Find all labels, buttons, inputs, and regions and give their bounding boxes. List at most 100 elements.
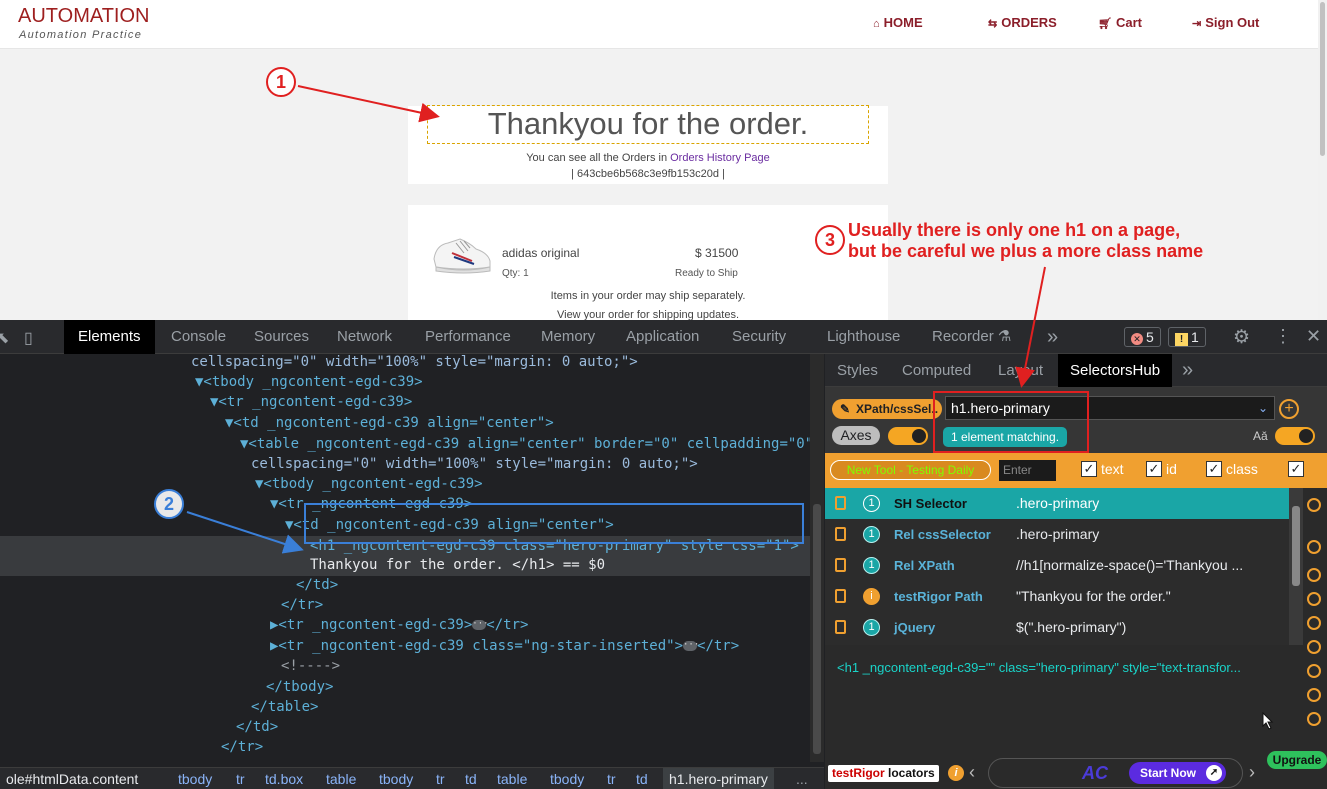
- breadcrumb-item-current[interactable]: h1.hero-primary: [663, 768, 774, 789]
- breadcrumb-item[interactable]: tbody: [178, 768, 212, 789]
- dom-tree[interactable]: cellspacing="0" width="100%" style="marg…: [0, 354, 824, 762]
- dom-line[interactable]: </td>: [296, 575, 338, 595]
- axes-button[interactable]: Axes: [832, 426, 880, 445]
- chevron-down-icon[interactable]: ⌄: [1258, 397, 1268, 419]
- tab-sources[interactable]: Sources: [254, 320, 309, 354]
- close-devtools-icon[interactable]: ✕: [1306, 326, 1321, 347]
- dom-line[interactable]: ▶<tr _ngcontent-egd-c39>···</tr>: [270, 615, 528, 635]
- tool-icon[interactable]: [1307, 568, 1321, 582]
- copy-icon[interactable]: [835, 527, 846, 541]
- more-side-tabs-icon[interactable]: »: [1182, 354, 1193, 387]
- page-scrollbar[interactable]: [1318, 0, 1327, 320]
- breadcrumb-item[interactable]: tr: [607, 768, 616, 789]
- result-row-sh-selector[interactable]: 1 SH Selector .hero-primary: [825, 488, 1289, 519]
- result-row-testrigor[interactable]: i testRigor Path "Thankyou for the order…: [825, 581, 1289, 612]
- kebab-menu-icon[interactable]: ⋮: [1274, 326, 1292, 347]
- dom-line[interactable]: </table>: [251, 697, 318, 717]
- copy-icon[interactable]: [835, 558, 846, 572]
- tab-memory[interactable]: Memory: [541, 320, 595, 354]
- dom-line[interactable]: ▼<tbody _ngcontent-egd-c39>: [195, 372, 423, 392]
- dom-line[interactable]: ▼<tbody _ngcontent-egd-c39>: [255, 474, 483, 494]
- settings-gear-icon[interactable]: ⚙: [1233, 326, 1250, 349]
- result-value[interactable]: $(".hero-primary"): [1016, 619, 1126, 635]
- result-value[interactable]: //h1[normalize-space()='Thankyou ...: [1016, 557, 1243, 573]
- dom-line[interactable]: ▼<td _ngcontent-egd-c39 align="center">: [225, 413, 554, 433]
- dom-line[interactable]: cellspacing="0" width="100%" style="marg…: [191, 354, 638, 372]
- result-row-jquery[interactable]: 1 jQuery $(".hero-primary"): [825, 612, 1289, 643]
- tool-icon[interactable]: [1307, 712, 1321, 726]
- page-scrollbar-thumb[interactable]: [1320, 2, 1325, 156]
- breadcrumb-item[interactable]: tr: [436, 768, 445, 789]
- orders-history-link[interactable]: Orders History Page: [670, 152, 770, 164]
- tab-selectorshub[interactable]: SelectorsHub: [1058, 354, 1173, 387]
- breadcrumb-more[interactable]: ...: [796, 768, 808, 789]
- breadcrumb-item[interactable]: td: [636, 768, 648, 789]
- dom-line[interactable]: cellspacing="0" width="100%" style="marg…: [251, 454, 698, 474]
- text-checkbox[interactable]: ✓: [1081, 461, 1097, 477]
- result-row-rel-css[interactable]: 1 Rel cssSelector .hero-primary: [825, 519, 1289, 550]
- upgrade-button[interactable]: Upgrade: [1267, 751, 1327, 769]
- new-tool-button[interactable]: New Tool - Testing Daily: [830, 460, 991, 480]
- case-sensitive-icon[interactable]: Aǎ: [1253, 429, 1268, 443]
- tool-icon[interactable]: [1307, 688, 1321, 702]
- device-toggle-icon[interactable]: ▯: [24, 328, 33, 348]
- tab-application[interactable]: Application: [626, 320, 699, 354]
- breadcrumb-item[interactable]: ole#htmlData.content: [6, 768, 138, 789]
- xpath-css-mode-button[interactable]: ✎ XPath/cssSel..: [832, 399, 942, 419]
- copy-icon[interactable]: [835, 620, 846, 634]
- breadcrumb-item[interactable]: td: [465, 768, 477, 789]
- dom-scrollbar-thumb[interactable]: [813, 504, 821, 754]
- start-now-button[interactable]: Start Now ➚: [1129, 762, 1226, 784]
- breadcrumb-item[interactable]: table: [497, 768, 527, 789]
- tool-icon[interactable]: [1307, 640, 1321, 654]
- tool-icon[interactable]: [1307, 498, 1321, 512]
- breadcrumb-item[interactable]: tr: [236, 768, 245, 789]
- dom-line[interactable]: </tbody>: [266, 677, 333, 697]
- tab-console[interactable]: Console: [171, 320, 226, 354]
- tool-icon[interactable]: [1307, 664, 1321, 678]
- tab-lighthouse[interactable]: Lighthouse: [827, 320, 900, 354]
- tab-recorder[interactable]: Recorder ⚗: [932, 320, 1011, 354]
- add-selector-icon[interactable]: +: [1279, 399, 1299, 419]
- tool-icon[interactable]: [1307, 540, 1321, 554]
- tab-performance[interactable]: Performance: [425, 320, 511, 354]
- tab-layout[interactable]: Layout: [998, 354, 1043, 387]
- tool-icon[interactable]: [1307, 616, 1321, 630]
- inspect-icon[interactable]: ⬉: [0, 328, 9, 348]
- dom-line[interactable]: </td>: [236, 717, 278, 737]
- tab-elements[interactable]: Elements: [64, 320, 155, 354]
- copy-icon[interactable]: [835, 496, 846, 510]
- outer-html-preview[interactable]: <h1 _ngcontent-egd-c39="" class="hero-pr…: [837, 660, 1287, 675]
- nav-sign-out[interactable]: ⇥ Sign Out: [1192, 15, 1259, 30]
- breadcrumb-item[interactable]: tbody: [379, 768, 413, 789]
- testrigor-locators-label[interactable]: testRigor locators: [828, 765, 939, 782]
- tab-network[interactable]: Network: [337, 320, 392, 354]
- dom-line[interactable]: </tr>: [221, 737, 263, 757]
- tab-styles[interactable]: Styles: [837, 354, 878, 387]
- result-value[interactable]: .hero-primary: [1016, 495, 1099, 511]
- collapsed-ellipsis-icon[interactable]: ···: [472, 620, 489, 630]
- axes-toggle[interactable]: [888, 427, 928, 445]
- dom-line[interactable]: ▶<tr _ngcontent-egd-c39 class="ng-star-i…: [270, 636, 739, 656]
- collapsed-ellipsis-icon[interactable]: ···: [683, 641, 699, 651]
- info-icon[interactable]: i: [948, 765, 964, 781]
- previous-arrow-icon[interactable]: ‹: [969, 762, 975, 783]
- result-value[interactable]: "Thankyou for the order.": [1016, 588, 1171, 604]
- dom-line[interactable]: ▼<table _ngcontent-egd-c39 align="center…: [240, 434, 813, 454]
- dom-scrollbar[interactable]: [810, 354, 824, 762]
- class-checkbox[interactable]: ✓: [1206, 461, 1222, 477]
- result-row-rel-xpath[interactable]: 1 Rel XPath //h1[normalize-space()='Than…: [825, 550, 1289, 581]
- copy-icon[interactable]: [835, 589, 846, 603]
- dom-line-selected-text[interactable]: Thankyou for the order. </h1> == $0: [310, 555, 605, 575]
- site-brand[interactable]: AUTOMATION: [18, 5, 149, 27]
- nav-orders[interactable]: ⇆ ORDERS: [988, 15, 1057, 30]
- id-checkbox[interactable]: ✓: [1146, 461, 1162, 477]
- tab-security[interactable]: Security: [732, 320, 786, 354]
- tab-computed[interactable]: Computed: [902, 354, 971, 387]
- extra-checkbox[interactable]: ✓: [1288, 461, 1304, 477]
- more-tabs-icon[interactable]: »: [1047, 320, 1058, 354]
- breadcrumb-item[interactable]: table: [326, 768, 356, 789]
- breadcrumb-item[interactable]: td.box: [265, 768, 303, 789]
- results-scrollbar-thumb[interactable]: [1292, 506, 1300, 586]
- tool-icon[interactable]: [1307, 592, 1321, 606]
